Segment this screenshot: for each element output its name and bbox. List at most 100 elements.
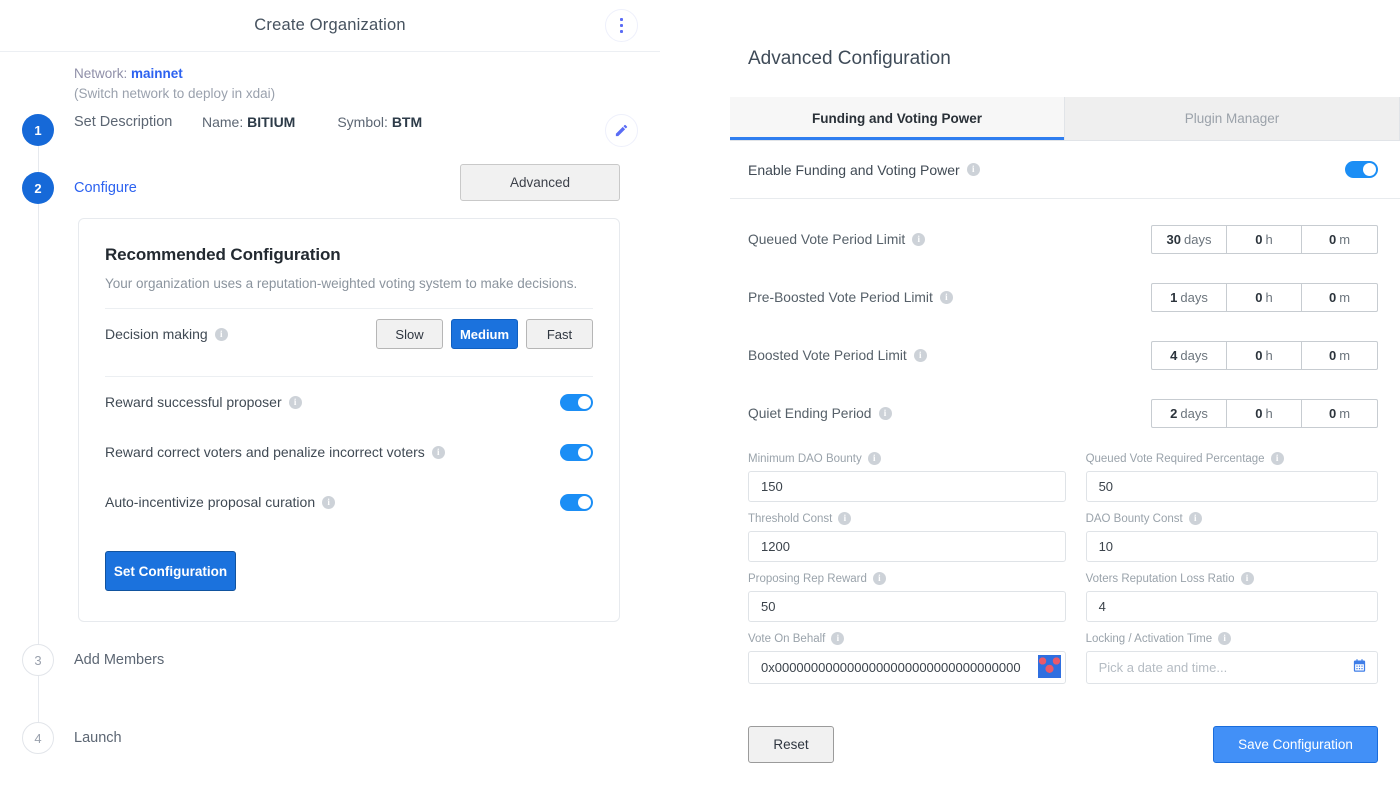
info-icon[interactable]: i xyxy=(831,632,845,645)
dao-bounty-const-label-group: DAO Bounty Const i xyxy=(1086,512,1378,525)
queued-vote-days[interactable]: 30 days xyxy=(1152,225,1227,253)
decision-option-fast[interactable]: Fast xyxy=(526,319,593,349)
pencil-glyph xyxy=(615,124,628,137)
voters-rep-loss-input[interactable]: 4 xyxy=(1085,591,1378,622)
page-title: Create Organization xyxy=(254,16,406,34)
minimum-dao-bounty-label-group: Minimum DAO Bounty i xyxy=(748,452,1066,465)
set-configuration-button[interactable]: Set Configuration xyxy=(105,551,236,591)
locking-time-label-group: Locking / Activation Time i xyxy=(1086,632,1378,645)
queued-vote-pct-input[interactable]: 50 xyxy=(1085,471,1378,502)
advanced-fields-grid: Minimum DAO Bounty i 150 Queued Vote Req… xyxy=(730,442,1400,694)
org-name-label: Name: xyxy=(202,114,248,130)
field-queued-vote-required-percentage: Queued Vote Required Percentage i 50 xyxy=(1085,452,1378,502)
quiet-ending-hours-value: 0 xyxy=(1255,405,1263,421)
pre-boosted-days[interactable]: 1 days xyxy=(1152,283,1227,311)
queued-vote-minutes[interactable]: 0 m xyxy=(1302,226,1377,253)
voters-rep-loss-label: Voters Reputation Loss Ratio xyxy=(1085,572,1235,585)
period-row-quiet-ending: Quiet Ending Period i 2 days 0 h 0 m xyxy=(748,384,1378,442)
info-icon[interactable]: i xyxy=(867,452,881,465)
info-icon[interactable]: i xyxy=(872,572,886,585)
decision-option-slow[interactable]: Slow xyxy=(376,319,443,349)
boosted-hours[interactable]: 0 h xyxy=(1227,341,1302,369)
reward-proposer-label-group: Reward successful proposer i xyxy=(105,394,302,410)
vote-on-behalf-label-group: Vote On Behalf i xyxy=(748,632,1066,645)
org-name-value: BITIUM xyxy=(247,114,296,130)
quiet-ending-hours-unit: h xyxy=(1265,405,1273,421)
app-root: Create Organization Network: mainnet (Sw… xyxy=(0,0,1400,787)
step-label-set-description: Set Description xyxy=(74,114,173,130)
info-icon[interactable]: i xyxy=(1270,452,1284,465)
info-icon[interactable]: i xyxy=(913,348,927,362)
info-icon[interactable]: i xyxy=(1218,632,1232,645)
wizard-step-launch[interactable]: 4 Launch xyxy=(0,722,660,762)
dao-bounty-const-input[interactable]: 10 xyxy=(1085,531,1378,562)
info-icon[interactable]: i xyxy=(838,512,852,525)
wizard-step-configure[interactable]: 2 Configure Advanced Recommended Configu… xyxy=(0,164,660,622)
boosted-days[interactable]: 4 days xyxy=(1152,341,1227,369)
info-icon[interactable]: i xyxy=(1188,512,1202,525)
reward-voters-label: Reward correct voters and penalize incor… xyxy=(105,444,425,460)
reward-voters-toggle[interactable] xyxy=(560,443,593,461)
vote-on-behalf-input[interactable]: 0x0000000000000000000000000000000000 xyxy=(748,651,1066,684)
info-icon[interactable]: i xyxy=(1240,572,1254,585)
queued-vote-pct-label: Queued Vote Required Percentage xyxy=(1085,452,1265,465)
dao-bounty-const-label: DAO Bounty Const xyxy=(1085,512,1183,525)
threshold-const-label-group: Threshold Const i xyxy=(748,512,1066,525)
voters-rep-loss-label-group: Voters Reputation Loss Ratio i xyxy=(1086,572,1378,585)
advanced-button[interactable]: Advanced xyxy=(460,164,620,201)
quiet-ending-days-unit: days xyxy=(1180,405,1208,421)
enable-funding-toggle[interactable] xyxy=(1345,161,1378,178)
step-label-add-members: Add Members xyxy=(74,652,165,668)
boosted-hours-value: 0 xyxy=(1255,347,1263,363)
enable-funding-label-group: Enable Funding and Voting Power i xyxy=(748,162,980,178)
boosted-days-value: 4 xyxy=(1170,347,1178,363)
vote-on-behalf-label: Vote On Behalf xyxy=(748,632,826,645)
reset-button[interactable]: Reset xyxy=(748,726,834,763)
save-configuration-button[interactable]: Save Configuration xyxy=(1213,726,1378,763)
quiet-ending-days[interactable]: 2 days xyxy=(1152,399,1227,427)
step-label-launch: Launch xyxy=(74,730,122,746)
info-icon[interactable]: i xyxy=(214,327,228,341)
org-symbol-meta: Symbol: BTM xyxy=(337,114,422,130)
wizard-step-add-members[interactable]: 3 Add Members xyxy=(0,644,660,722)
calendar-icon[interactable] xyxy=(1352,658,1367,673)
pencil-icon[interactable] xyxy=(605,114,638,147)
advanced-configuration-title: Advanced Configuration xyxy=(748,48,951,69)
more-vertical-icon[interactable] xyxy=(605,9,638,42)
queued-vote-hours[interactable]: 0 h xyxy=(1227,225,1302,253)
tab-funding-and-voting-power[interactable]: Funding and Voting Power xyxy=(730,97,1065,140)
pre-boosted-days-value: 1 xyxy=(1170,289,1178,305)
reward-proposer-toggle[interactable] xyxy=(560,393,593,411)
pre-boosted-days-unit: days xyxy=(1180,289,1208,305)
network-line: Network: mainnet xyxy=(74,64,660,84)
info-icon[interactable]: i xyxy=(939,290,953,304)
info-icon[interactable]: i xyxy=(322,495,336,509)
tab-plugin-manager[interactable]: Plugin Manager xyxy=(1065,97,1400,140)
threshold-const-input[interactable]: 1200 xyxy=(748,531,1066,562)
field-threshold-const: Threshold Const i 1200 xyxy=(748,512,1066,562)
quiet-ending-minutes[interactable]: 0 m xyxy=(1302,400,1377,427)
auto-incentivize-toggle[interactable] xyxy=(560,493,593,511)
boosted-minutes[interactable]: 0 m xyxy=(1302,342,1377,369)
info-icon[interactable]: i xyxy=(288,395,302,409)
info-icon[interactable]: i xyxy=(431,445,445,459)
locking-time-input[interactable]: Pick a date and time... xyxy=(1085,651,1378,684)
proposing-rep-reward-input[interactable]: 50 xyxy=(748,591,1066,622)
quiet-ending-hours[interactable]: 0 h xyxy=(1227,399,1302,427)
pre-boosted-label: Pre-Boosted Vote Period Limit xyxy=(748,289,933,305)
kebab-dot xyxy=(619,29,624,33)
wizard-steps: 1 Set Description Name: BITIUM Symbol: B… xyxy=(0,114,660,762)
period-row-pre-boosted-vote: Pre-Boosted Vote Period Limit i 1 days 0… xyxy=(748,268,1378,326)
minimum-dao-bounty-input[interactable]: 150 xyxy=(748,471,1066,502)
wizard-header: Create Organization xyxy=(0,0,660,52)
decision-option-medium[interactable]: Medium xyxy=(451,319,518,349)
quiet-ending-duration: 2 days 0 h 0 m xyxy=(1151,398,1378,428)
info-icon[interactable]: i xyxy=(912,232,926,246)
decision-making-label-group: Decision making i xyxy=(105,326,228,342)
auto-incentivize-label-group: Auto-incentivize proposal curation i xyxy=(105,494,336,510)
info-icon[interactable]: i xyxy=(878,406,892,420)
queued-vote-minutes-value: 0 xyxy=(1328,231,1337,247)
pre-boosted-hours[interactable]: 0 h xyxy=(1227,283,1302,311)
pre-boosted-minutes[interactable]: 0 m xyxy=(1302,284,1377,311)
info-icon[interactable]: i xyxy=(966,163,980,176)
